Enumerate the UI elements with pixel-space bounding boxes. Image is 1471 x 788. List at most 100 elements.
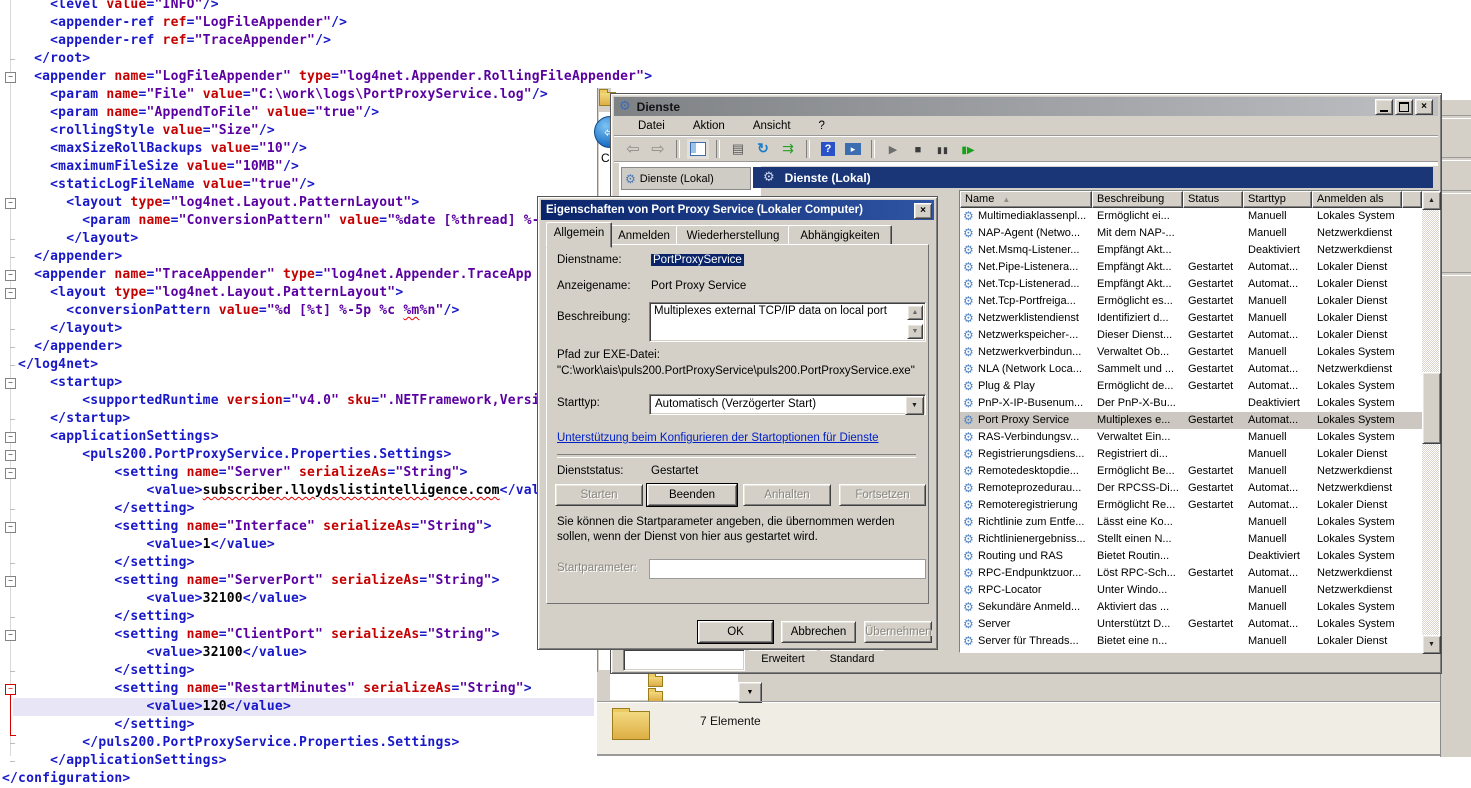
- maximize-button[interactable]: [1395, 99, 1413, 115]
- startup-options-help-link[interactable]: Unterstützung beim Konfigurieren der Sta…: [557, 432, 879, 444]
- service-row[interactable]: ⚙Registrierungsdiens...Registriert di...…: [960, 446, 1422, 463]
- ok-button[interactable]: OK: [698, 621, 773, 643]
- service-row[interactable]: ⚙Netzwerkspeicher-...Dieser Dienst...Ges…: [960, 327, 1422, 344]
- service-row[interactable]: ⚙Net.Msmq-Listener...Empfängt Akt...Deak…: [960, 242, 1422, 259]
- services-titlebar[interactable]: ⚙ Dienste ×: [614, 97, 1438, 116]
- service-row[interactable]: ⚙Richtlinie zum Entfe...Lässt eine Ko...…: [960, 514, 1422, 531]
- fold-collapse-icon[interactable]: −: [5, 522, 16, 533]
- column-header-filler[interactable]: [1402, 191, 1422, 208]
- service-row[interactable]: ⚙Plug & PlayErmöglicht de...GestartetAut…: [960, 378, 1422, 395]
- view-tab-standard[interactable]: Standard: [820, 650, 884, 669]
- explorer-path-fragment: C: [601, 151, 610, 165]
- fold-collapse-icon[interactable]: −: [5, 288, 16, 299]
- column-header-starttyp[interactable]: Starttyp: [1243, 191, 1312, 208]
- service-row[interactable]: ⚙Sekundäre Anmeld...Aktiviert das ...Man…: [960, 599, 1422, 616]
- pause-service-button[interactable]: [932, 139, 954, 159]
- fold-collapse-icon[interactable]: −: [5, 378, 16, 389]
- fold-collapse-icon[interactable]: −: [5, 270, 16, 281]
- service-row[interactable]: ⚙RAS-Verbindungsv...Verwaltet Ein...Manu…: [960, 429, 1422, 446]
- folder-item-icon[interactable]: [648, 676, 663, 687]
- fold-collapse-icon[interactable]: −: [5, 576, 16, 587]
- refresh-button[interactable]: [752, 139, 774, 159]
- scroll-up-button[interactable]: ▲: [1422, 191, 1441, 210]
- service-row[interactable]: ⚙NAP-Agent (Netwo...Mit dem NAP-...Manue…: [960, 225, 1422, 242]
- stop-service-button[interactable]: [907, 139, 929, 159]
- forward-button[interactable]: [647, 139, 669, 159]
- explorer-dropdown-button[interactable]: ▼: [738, 682, 762, 703]
- service-row[interactable]: ⚙Net.Pipe-Listenera...Empfängt Akt...Ges…: [960, 259, 1422, 276]
- new-window-button[interactable]: [842, 139, 864, 159]
- chevron-down-icon: ▼: [911, 402, 918, 409]
- tab-allgemein[interactable]: Allgemein: [546, 222, 612, 248]
- code-line: </log4net>: [2, 356, 98, 374]
- column-header-beschreibung[interactable]: Beschreibung: [1092, 191, 1183, 208]
- back-button[interactable]: [622, 139, 644, 159]
- fold-collapse-icon[interactable]: −: [5, 630, 16, 641]
- service-row[interactable]: ⚙Routing und RASBietet Routin...Deaktivi…: [960, 548, 1422, 565]
- properties-button[interactable]: [727, 139, 749, 159]
- combo-dropdown-button[interactable]: ▼: [905, 396, 924, 415]
- resume-button[interactable]: Fortsetzen: [839, 484, 926, 506]
- service-row[interactable]: ⚙NetzwerklistendienstIdentifiziert d...G…: [960, 310, 1422, 327]
- dialog-titlebar[interactable]: Eigenschaften von Port Proxy Service (Lo…: [541, 200, 934, 220]
- tree-item-dienste-lokal[interactable]: ⚙ Dienste (Lokal): [621, 167, 751, 190]
- service-row[interactable]: ⚙Richtlinienergebniss...Stellt einen N..…: [960, 531, 1422, 548]
- startup-type-select[interactable]: Automatisch (Verzögerter Start) ▼: [649, 394, 926, 415]
- dialog-close-button[interactable]: ×: [914, 203, 932, 219]
- service-row[interactable]: ⚙Remoteprozedurau...Der RPCSS-Di...Gesta…: [960, 480, 1422, 497]
- forward-icon: [651, 139, 664, 159]
- start-parameters-input[interactable]: [649, 559, 926, 579]
- service-row[interactable]: ⚙Multimediaklassenpl...Ermöglicht ei...M…: [960, 208, 1422, 225]
- column-header-name[interactable]: Name▲: [960, 191, 1092, 208]
- help-button[interactable]: [817, 139, 839, 159]
- restart-service-button[interactable]: [957, 139, 979, 159]
- menu-item-datei[interactable]: Datei: [638, 120, 665, 132]
- fold-collapse-icon[interactable]: −: [5, 72, 16, 83]
- menu-item-ansicht[interactable]: Ansicht: [753, 120, 791, 132]
- service-row[interactable]: ⚙Netzwerkverbindun...Verwaltet Ob...Gest…: [960, 344, 1422, 361]
- minimize-button[interactable]: [1375, 99, 1393, 115]
- service-name: Richtlinie zum Entfe...: [978, 514, 1091, 531]
- fold-collapse-icon-changed[interactable]: −: [5, 684, 16, 695]
- column-header-anmelden-als[interactable]: Anmelden als: [1312, 191, 1402, 208]
- close-button[interactable]: ×: [1415, 99, 1433, 115]
- description-scroll-down-button[interactable]: ▼: [907, 324, 923, 339]
- description-field[interactable]: Multiplexes external TCP/IP data on loca…: [649, 302, 926, 342]
- stop-button[interactable]: Beenden: [647, 484, 737, 506]
- service-row[interactable]: ⚙RPC-Endpunktzuor...Löst RPC-Sch...Gesta…: [960, 565, 1422, 582]
- apply-button[interactable]: Übernehmen: [864, 621, 932, 643]
- service-row[interactable]: ⚙NLA (Network Loca...Sammelt und ...Gest…: [960, 361, 1422, 378]
- start-button[interactable]: Starten: [555, 484, 643, 506]
- fold-collapse-icon[interactable]: −: [5, 450, 16, 461]
- fold-collapse-icon[interactable]: −: [5, 468, 16, 479]
- pause-button[interactable]: Anhalten: [743, 484, 831, 506]
- services-scrollbar[interactable]: ▲ ▼: [1422, 191, 1439, 652]
- service-row[interactable]: ⚙PnP-X-IP-Busenum...Der PnP-X-Bu...Deakt…: [960, 395, 1422, 412]
- service-row[interactable]: ⚙RPC-LocatorUnter Windo...ManuellNetzwer…: [960, 582, 1422, 599]
- service-description: Empfängt Akt...: [1097, 276, 1183, 293]
- service-row[interactable]: ⚙Remotedesktopdie...Ermöglicht Be...Gest…: [960, 463, 1422, 480]
- start-service-button[interactable]: [882, 139, 904, 159]
- service-row[interactable]: ⚙Net.Tcp-Portfreiga...Ermöglicht es...Ge…: [960, 293, 1422, 310]
- service-row[interactable]: ⚙Server für Threads...Bietet eine n...Ma…: [960, 633, 1422, 650]
- column-header-status[interactable]: Status: [1183, 191, 1243, 208]
- service-row[interactable]: ⚙Net.Tcp-Listenerad...Empfängt Akt...Ges…: [960, 276, 1422, 293]
- description-scroll-up-button[interactable]: ▲: [907, 305, 923, 320]
- cancel-button[interactable]: Abbrechen: [781, 621, 856, 643]
- menu-item-aktion[interactable]: Aktion: [693, 120, 725, 132]
- scrollbar-thumb[interactable]: [1422, 372, 1441, 444]
- view-tab-erweitert[interactable]: Erweitert: [749, 650, 817, 669]
- service-row[interactable]: ⚙Port Proxy ServiceMultiplexes e...Gesta…: [960, 412, 1422, 429]
- fold-collapse-icon[interactable]: −: [5, 432, 16, 443]
- scroll-down-button[interactable]: ▼: [1422, 635, 1441, 654]
- service-gear-icon: ⚙: [963, 310, 974, 327]
- service-gear-icon: ⚙: [963, 599, 974, 616]
- export-list-button[interactable]: [777, 139, 799, 159]
- code-editor[interactable]: <level value="INFO"/> <appender-ref ref=…: [0, 0, 605, 787]
- service-row[interactable]: ⚙ServerUnterstützt D...GestartetAutomat.…: [960, 616, 1422, 633]
- service-status-value: Gestartet: [651, 465, 698, 477]
- fold-collapse-icon[interactable]: −: [5, 198, 16, 209]
- show-tree-button[interactable]: [687, 139, 709, 159]
- menu-item-help[interactable]: ?: [819, 120, 825, 132]
- service-row[interactable]: ⚙RemoteregistrierungErmöglicht Re...Gest…: [960, 497, 1422, 514]
